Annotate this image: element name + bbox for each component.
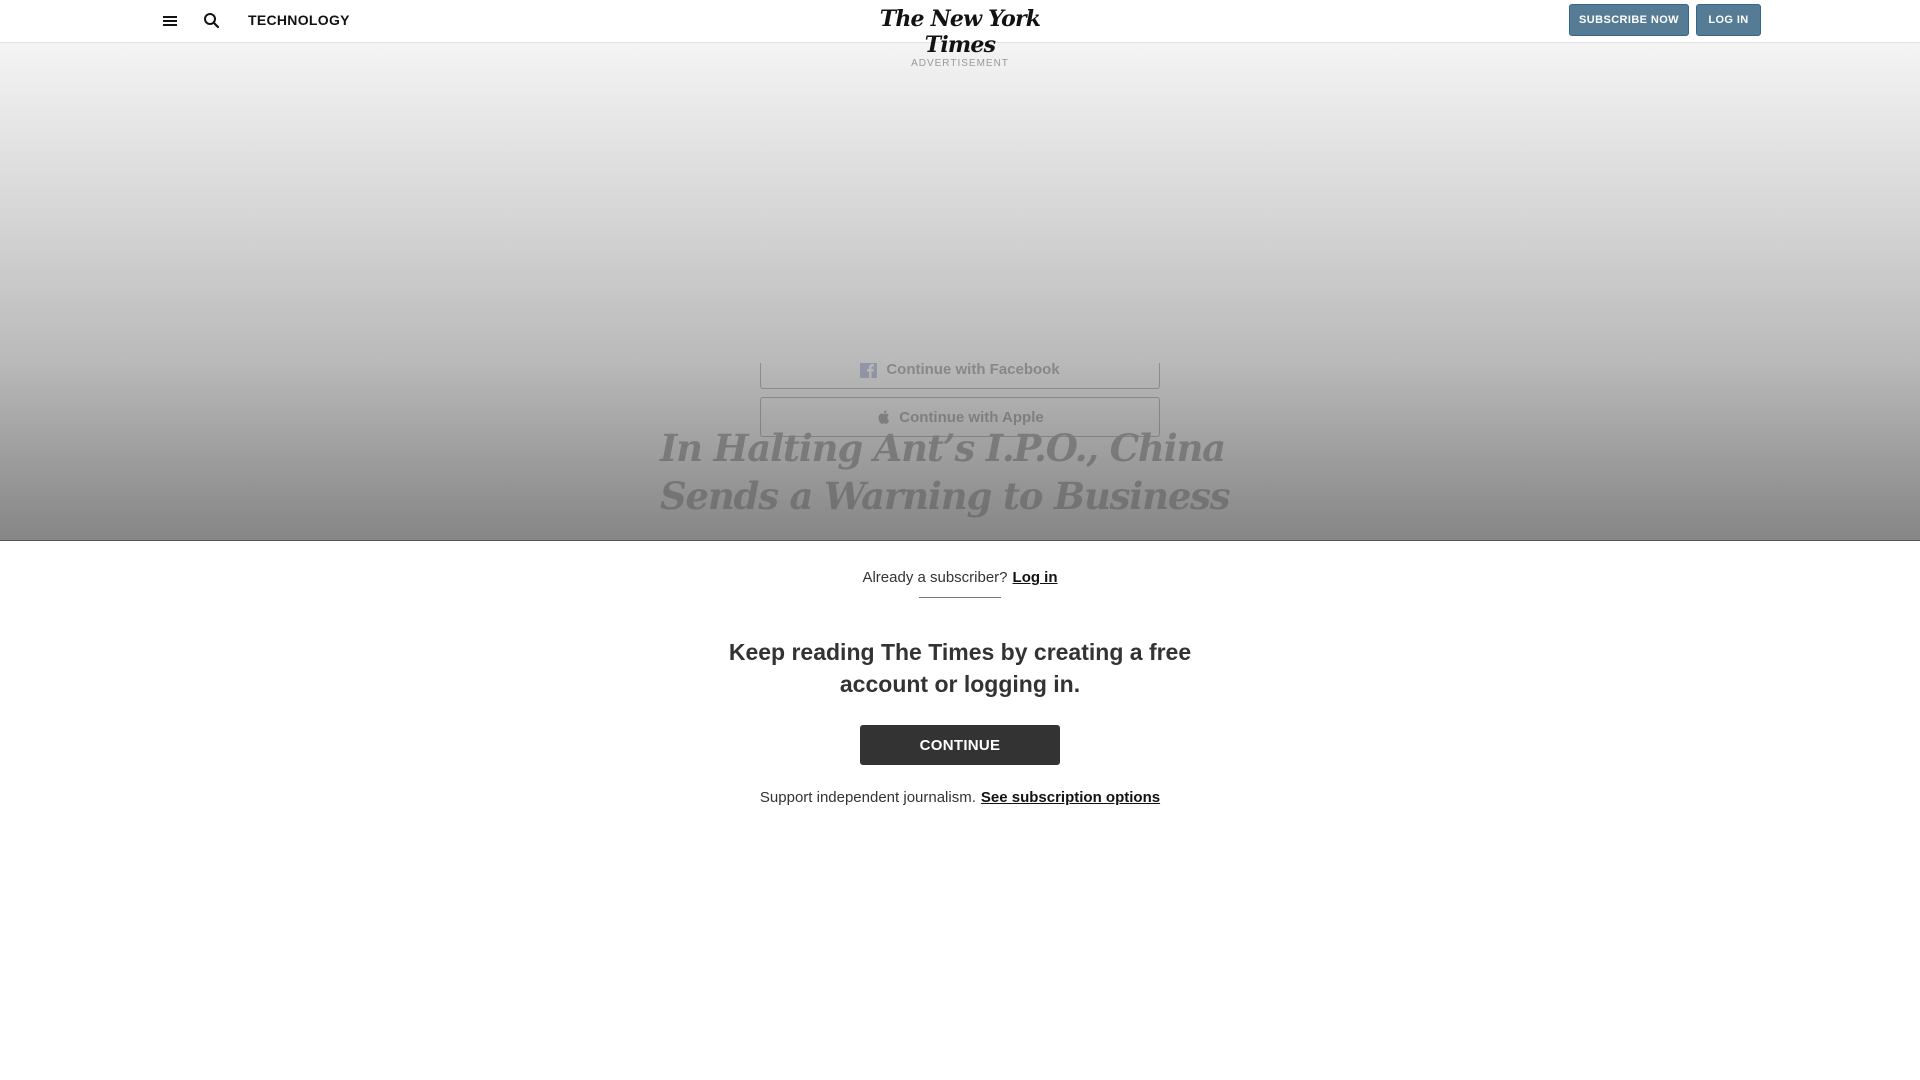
top-header: TECHNOLOGY The New York Times SUBSCRIBE … [0,0,1920,58]
nyt-logo[interactable]: The New York Times [860,6,1060,58]
already-subscriber-row: Already a subscriber? Log in [0,569,1920,586]
subscription-options-link[interactable]: See subscription options [981,789,1160,806]
support-text: Support independent journalism. [759,789,976,806]
paywall-panel: Already a subscriber? Log in Keep reading… [0,541,1920,1080]
apple-icon [876,409,890,425]
apple-button-label: Continue with Apple [899,408,1044,426]
support-journalism-row: Support independent journalism. See subsc… [0,789,1920,806]
header-login-button[interactable]: LOG IN [1696,4,1761,36]
menu-icon[interactable] [160,12,180,30]
paywall-divider [919,597,1001,598]
continue-button[interactable]: CONTINUE [860,725,1060,765]
paywall-login-link[interactable]: Log in [1013,569,1058,586]
subscribe-now-button[interactable]: SUBSCRIBE NOW [1569,4,1689,36]
facebook-button-label: Continue with Facebook [886,360,1060,378]
section-link-technology[interactable]: TECHNOLOGY [248,12,350,28]
keep-reading-message: Keep reading The Times by creating a fre… [728,639,1192,697]
article-headline: In Halting Ant’s I.P.O., China Sends a W… [660,426,1231,518]
facebook-icon [860,360,878,378]
already-subscriber-text: Already a subscriber? [862,569,1008,586]
search-icon[interactable] [201,10,223,32]
advertisement-area [0,43,1920,363]
advertisement-label: ADVERTISEMENT [911,58,1009,69]
